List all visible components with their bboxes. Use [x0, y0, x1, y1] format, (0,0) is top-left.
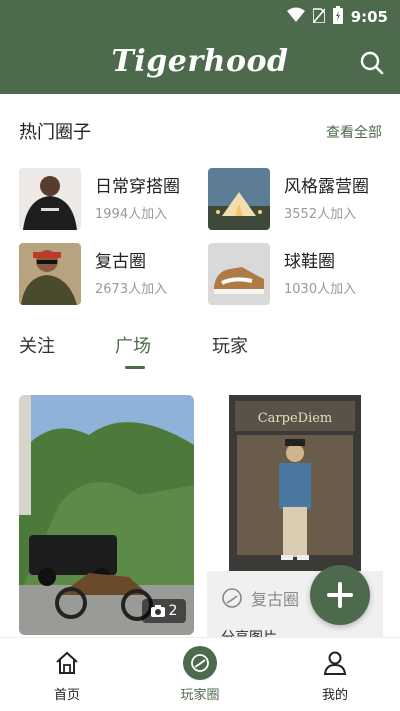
- circle-name: 风格露营圈: [284, 177, 369, 197]
- circle-item[interactable]: 日常穿搭圈 1994人加入: [19, 168, 199, 232]
- battery-icon: [332, 6, 343, 28]
- plus-icon: [327, 582, 353, 608]
- circle-item[interactable]: 风格露营圈 3552人加入: [208, 168, 388, 232]
- status-icons: 9:05: [286, 6, 388, 28]
- nav-item-profile[interactable]: 我的: [290, 646, 380, 703]
- circle-name: 日常穿搭圈: [95, 177, 180, 197]
- tab-following[interactable]: 关注: [19, 332, 55, 358]
- status-bar: 9:05: [0, 0, 400, 32]
- feed-card-image[interactable]: CarpeDiem: [229, 395, 361, 571]
- app-bar: Tigerhood: [0, 32, 400, 94]
- feed-card[interactable]: 2: [19, 395, 194, 635]
- sim-icon: [311, 7, 326, 27]
- view-all-link[interactable]: 查看全部: [326, 122, 382, 142]
- bottom-nav: 首页 玩家圈 我的: [0, 637, 400, 711]
- circle-name: 复古圈: [95, 252, 146, 272]
- circle-thumbnail: [208, 168, 270, 230]
- circle-member-count: 3552人加入: [284, 207, 357, 222]
- circle-member-count: 1030人加入: [284, 282, 357, 297]
- chat-bubble-icon: [222, 588, 242, 608]
- nav-item-home[interactable]: 首页: [22, 646, 112, 703]
- tab-square[interactable]: 广场: [115, 332, 151, 358]
- status-time: 9:05: [350, 8, 388, 26]
- post-image: CarpeDiem: [229, 395, 361, 571]
- active-tab-indicator: [125, 366, 145, 369]
- camera-icon: [150, 605, 165, 617]
- circle-thumbnail: [208, 243, 270, 305]
- circle-member-count: 2673人加入: [95, 282, 168, 297]
- nav-active-indicator: [183, 646, 217, 680]
- circle-item[interactable]: 复古圈 2673人加入: [19, 243, 199, 307]
- nav-item-circles[interactable]: 玩家圈: [155, 646, 245, 703]
- search-button[interactable]: [358, 49, 386, 77]
- circle-member-count: 1994人加入: [95, 207, 168, 222]
- search-icon: [360, 51, 384, 75]
- photo-count: 2: [168, 603, 178, 619]
- section-title: 热门圈子: [19, 122, 91, 143]
- svg-text:CarpeDiem: CarpeDiem: [258, 411, 333, 426]
- card-circle-tag: 复古圈: [221, 586, 299, 610]
- chat-bubble-icon: [191, 654, 209, 672]
- nav-label: 我的: [321, 688, 348, 703]
- circle-name: 球鞋圈: [284, 252, 335, 272]
- wifi-icon: [286, 7, 305, 27]
- circle-thumbnail: [19, 168, 81, 230]
- circle-thumbnail: [19, 243, 81, 305]
- feed-tabs: 关注 广场 玩家: [19, 332, 319, 372]
- card-tag-label: 复古圈: [251, 590, 300, 609]
- home-icon: [56, 651, 78, 674]
- nav-label: 首页: [53, 688, 80, 703]
- circle-item[interactable]: 球鞋圈 1030人加入: [208, 243, 388, 307]
- person-icon: [323, 651, 347, 675]
- app-logo: Tigerhood: [111, 44, 289, 79]
- nav-label: 玩家圈: [180, 688, 220, 703]
- create-post-button[interactable]: [310, 565, 370, 625]
- tab-players[interactable]: 玩家: [212, 332, 248, 358]
- hot-circles-header: 热门圈子 查看全部: [19, 118, 382, 144]
- photo-count-badge: 2: [142, 599, 186, 623]
